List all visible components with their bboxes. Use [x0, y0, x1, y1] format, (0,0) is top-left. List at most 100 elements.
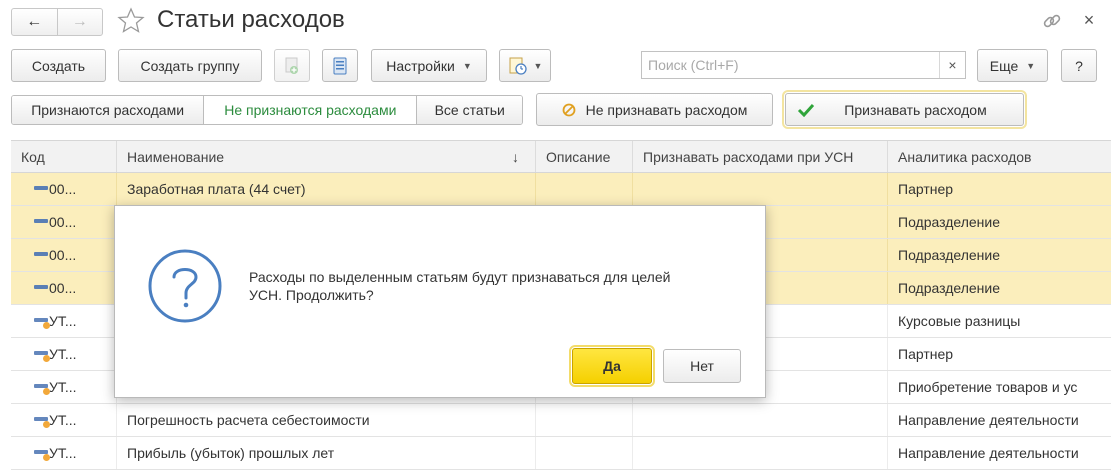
yes-button[interactable]: Да: [569, 345, 655, 387]
forward-button[interactable]: →: [56, 9, 103, 35]
cell-name: Заработная плата (44 счет): [117, 173, 536, 205]
code-text: 00...: [49, 280, 77, 296]
cell-analytics: Партнер: [898, 346, 954, 362]
create-button[interactable]: Создать: [11, 49, 106, 82]
tab-not-recognized[interactable]: Не признаются расходами: [203, 96, 417, 124]
table-row[interactable]: УТ... Прибыль (убыток) прошлых лет Направл…: [11, 437, 1111, 470]
cell-description: [536, 437, 633, 469]
no-button-label: Нет: [690, 358, 714, 374]
cell-code: 00...: [11, 206, 117, 238]
list-button[interactable]: [322, 49, 358, 82]
cell-code: УТ...: [11, 305, 117, 337]
col-description-header[interactable]: Описание: [536, 141, 633, 172]
settings-button[interactable]: Настройки ▼: [371, 49, 487, 82]
item-user-icon: [34, 318, 50, 329]
more-button-label: Еще: [989, 57, 1019, 74]
table-header: Код Наименование ↓ Описание Признавать ра…: [11, 140, 1111, 173]
cell-usn: [633, 173, 888, 205]
cell-code: 00...: [11, 239, 117, 271]
copy-document-icon: [285, 57, 298, 74]
settings-button-label: Настройки: [386, 57, 455, 74]
item-user-icon: [34, 351, 50, 362]
cell-code: 00...: [11, 173, 117, 205]
document-clock-icon: [509, 57, 527, 75]
link-icon: [1043, 14, 1061, 28]
item-icon: [34, 285, 48, 291]
col-analytics-header[interactable]: Аналитика расходов: [888, 141, 1111, 172]
search-input[interactable]: [642, 52, 939, 78]
arrow-left-icon: ←: [26, 13, 43, 30]
yes-button-label: Да: [603, 358, 621, 374]
col-name-header[interactable]: Наименование ↓: [117, 141, 536, 172]
help-button[interactable]: ?: [1061, 49, 1097, 82]
chevron-down-icon: ▼: [462, 60, 472, 71]
report-dropdown-button[interactable]: ▼: [499, 49, 551, 82]
item-icon: [34, 252, 48, 258]
col-usn-header[interactable]: Признавать расходами при УСН: [633, 141, 888, 172]
cell-analytics: Направление деятельности: [898, 445, 1079, 461]
arrow-right-icon: →: [71, 13, 88, 30]
cell-name: Прибыль (убыток) прошлых лет: [117, 437, 536, 469]
create-group-button[interactable]: Создать группу: [118, 49, 262, 82]
cell-code: 00...: [11, 272, 117, 304]
search-clear-button[interactable]: ×: [939, 52, 965, 78]
code-text: 00...: [49, 214, 77, 230]
nav-buttons: ← →: [11, 8, 103, 36]
back-button[interactable]: ←: [12, 9, 57, 35]
cell-code: УТ...: [11, 404, 117, 436]
cell-analytics: Подразделение: [898, 214, 1001, 230]
create-button-label: Создать: [31, 57, 86, 74]
code-text: 00...: [49, 247, 77, 263]
link-button[interactable]: [1041, 10, 1063, 32]
tab-recognized[interactable]: Признаются расходами: [12, 96, 204, 124]
close-icon: ×: [1083, 9, 1095, 30]
col-code-header[interactable]: Код: [11, 141, 117, 172]
item-user-icon: [34, 450, 50, 461]
sort-down-icon: ↓: [512, 149, 519, 165]
not-recognize-label: Не признавать расходом: [585, 101, 748, 118]
item-icon: [34, 186, 48, 192]
dialog-message-line: УСН. Продолжить?: [249, 287, 374, 303]
favorite-star-button[interactable]: [116, 6, 146, 36]
recognize-label: Признавать расходом: [844, 101, 987, 118]
recognize-expense-button[interactable]: Признавать расходом: [782, 90, 1027, 129]
help-button-label: ?: [1075, 57, 1083, 74]
code-text: 00...: [49, 181, 77, 197]
chevron-down-icon: ▼: [1026, 60, 1036, 71]
tab-all-items[interactable]: Все статьи: [416, 96, 522, 124]
cell-usn: [633, 404, 888, 436]
create-group-button-label: Создать группу: [140, 57, 240, 74]
cell-name: Погрешность расчета себестоимости: [117, 404, 536, 436]
code-text: УТ...: [49, 346, 77, 362]
tab-label: Все статьи: [434, 102, 505, 118]
table-row[interactable]: УТ... Погрешность расчета себестоимости На…: [11, 404, 1111, 437]
cell-code: УТ...: [11, 338, 117, 370]
cell-code: УТ...: [11, 371, 117, 403]
cell-analytics: Подразделение: [898, 247, 1001, 263]
question-circle-icon: [148, 249, 222, 323]
col-label: Аналитика расходов: [898, 148, 1032, 165]
cell-analytics: Приобретение товаров и ус: [898, 379, 1078, 395]
copy-button[interactable]: [274, 49, 310, 82]
cell-analytics: Курсовые разницы: [898, 313, 1021, 329]
item-user-icon: [34, 384, 50, 395]
confirm-dialog: Расходы по выделенным статьям будут приз…: [114, 205, 766, 398]
item-user-icon: [34, 417, 50, 428]
table-row[interactable]: 00... Заработная плата (44 счет) Партнер: [11, 173, 1111, 206]
close-window-button[interactable]: ×: [1078, 8, 1100, 32]
list-icon: [333, 57, 347, 74]
code-text: УТ...: [49, 412, 77, 428]
more-button[interactable]: Еще ▼: [977, 49, 1048, 82]
no-button[interactable]: Нет: [663, 349, 741, 383]
not-recognize-expense-button[interactable]: Не признавать расходом: [536, 93, 773, 126]
page-title: Статьи расходов: [157, 6, 345, 33]
chevron-down-icon: ▼: [533, 60, 543, 71]
cell-usn: [633, 437, 888, 469]
filter-tabs: Признаются расходами Не признаются расхо…: [11, 95, 523, 125]
col-label: Наименование: [127, 148, 225, 165]
cell-analytics: Подразделение: [898, 280, 1001, 296]
item-icon: [34, 219, 48, 225]
tab-label: Не признаются расходами: [224, 102, 397, 118]
col-label: Описание: [546, 148, 611, 165]
cell-analytics: Направление деятельности: [898, 412, 1079, 428]
